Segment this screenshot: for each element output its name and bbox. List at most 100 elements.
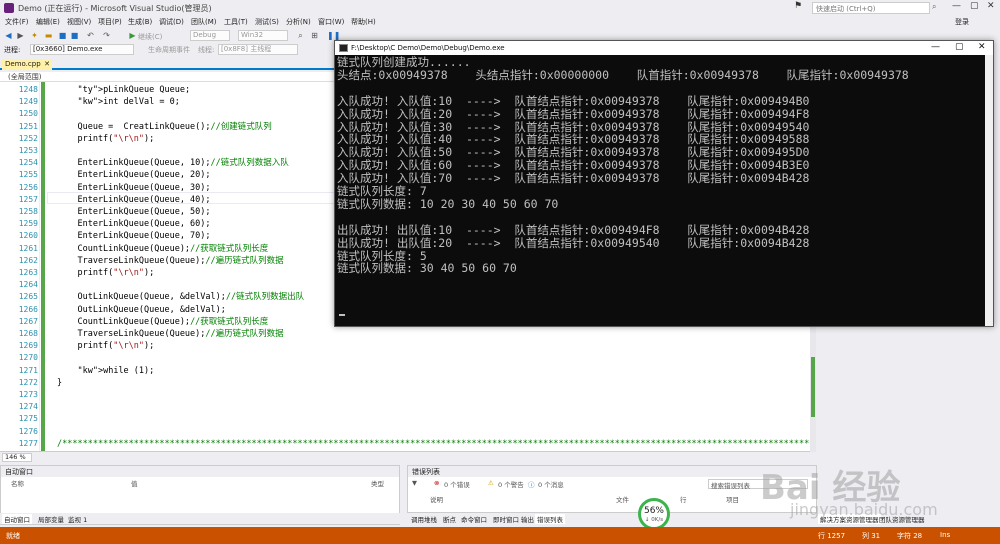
code-line[interactable]: EnterLinkQueue(Queue, 10);//链式队列数据入队 xyxy=(57,157,288,169)
autos-col-value[interactable]: 值 xyxy=(131,478,138,488)
baidu-jingyan-watermark: Bai 经验 jingyan.baidu.com xyxy=(760,460,980,530)
code-line[interactable]: EnterLinkQueue(Queue, 50); xyxy=(57,206,210,218)
menu-build[interactable]: 生成(B) xyxy=(128,17,152,27)
close-button[interactable]: ✕ xyxy=(987,1,995,11)
code-line[interactable]: CountLinkQueue(Queue);//获取链式队列长度 xyxy=(57,243,268,255)
errors-filter-button[interactable]: 0 个错误 xyxy=(444,479,470,489)
pause-icon[interactable]: ❚❚ xyxy=(327,31,340,40)
autos-col-name[interactable]: 名称 xyxy=(11,478,24,488)
tab-locals[interactable]: 局部变量 xyxy=(36,514,66,524)
menu-debug[interactable]: 调试(D) xyxy=(159,17,184,27)
save-all-icon[interactable]: ■ xyxy=(70,31,79,40)
thread-dropdown[interactable]: [0x8F8] 主线程 xyxy=(218,44,298,55)
network-speed-widget[interactable]: 56% ↓ 0K/s xyxy=(638,498,670,530)
code-line[interactable]: TraverseLinkQueue(Queue);//遍历链式队列数据 xyxy=(57,255,283,267)
find-icon[interactable]: ⌕ xyxy=(296,31,305,40)
back-icon[interactable]: ◀ xyxy=(4,31,13,40)
code-line[interactable]: EnterLinkQueue(Queue, 30); xyxy=(57,182,210,194)
code-line[interactable]: } xyxy=(57,377,62,389)
code-line[interactable]: printf("\r\n"); xyxy=(57,267,154,279)
tab-error-list[interactable]: 错误列表 xyxy=(535,514,565,524)
lifecycle-events-button[interactable]: 生命周期事件 xyxy=(148,45,190,55)
status-char: 字符 28 xyxy=(897,532,923,540)
code-line[interactable]: "ty">pLinkQueue Queue; xyxy=(57,84,190,96)
process-dropdown[interactable]: [0x3660] Demo.exe xyxy=(30,44,134,55)
save-icon[interactable]: ■ xyxy=(58,31,67,40)
visual-studio-logo-icon xyxy=(4,3,14,13)
code-line[interactable]: printf("\r\n"); xyxy=(57,133,154,145)
console-close-button[interactable]: ✕ xyxy=(978,42,986,52)
console-window[interactable]: F:\Desktop\C Demo\Demo\Debug\Demo.exe — … xyxy=(334,40,994,327)
redo-icon[interactable]: ↷ xyxy=(102,31,111,40)
code-line[interactable]: OutLinkQueue(Queue, &delVal); xyxy=(57,304,225,316)
warnings-filter-button[interactable]: 0 个警告 xyxy=(498,479,524,489)
search-icon[interactable]: ⌕ xyxy=(932,2,942,13)
line-number: 1263 xyxy=(18,268,38,277)
close-tab-icon[interactable]: ✕ xyxy=(44,60,50,68)
menu-tools[interactable]: 工具(T) xyxy=(224,17,248,27)
code-line[interactable]: "kw">int delVal = 0; xyxy=(57,96,179,108)
code-line[interactable]: OutLinkQueue(Queue, &delVal);//链式队列数据出队 xyxy=(57,291,304,303)
open-folder-icon[interactable]: ▬ xyxy=(44,31,53,40)
error-col-file[interactable]: 文件 xyxy=(616,494,629,504)
tab-command-window[interactable]: 命令窗口 xyxy=(459,514,489,524)
code-line[interactable]: EnterLinkQueue(Queue, 20); xyxy=(57,169,210,181)
platform-dropdown[interactable]: Win32 xyxy=(238,30,288,41)
menu-edit[interactable]: 编辑(E) xyxy=(36,17,60,27)
code-line[interactable]: TraverseLinkQueue(Queue);//遍历链式队列数据 xyxy=(57,328,283,340)
tab-autos[interactable]: 自动窗口 xyxy=(2,514,32,524)
filter-icon[interactable]: ▼ xyxy=(412,479,417,489)
menu-team[interactable]: 团队(M) xyxy=(191,17,217,27)
menu-test[interactable]: 测试(S) xyxy=(255,17,279,27)
line-number: 1256 xyxy=(18,182,38,192)
menu-file[interactable]: 文件(F) xyxy=(5,17,29,27)
maximize-button[interactable]: ▢ xyxy=(970,1,979,11)
code-line[interactable]: EnterLinkQueue(Queue, 70); xyxy=(57,230,210,242)
login-link[interactable]: 登录 xyxy=(955,17,969,27)
code-line[interactable]: Queue = CreatLinkQueue();//创建链式队列 xyxy=(57,121,271,133)
tab-immediate-window[interactable]: 即时窗口 xyxy=(491,514,521,524)
code-line[interactable]: EnterLinkQueue(Queue, 40); xyxy=(57,194,210,206)
code-line[interactable]: CountLinkQueue(Queue);//获取链式队列长度 xyxy=(57,316,268,328)
autos-col-type[interactable]: 类型 xyxy=(371,478,384,488)
code-line[interactable]: /***************************************… xyxy=(57,438,810,450)
status-line: 行 1257 xyxy=(818,532,846,540)
console-minimize-button[interactable]: — xyxy=(931,42,940,52)
error-col-project[interactable]: 项目 xyxy=(726,494,739,504)
code-line[interactable]: "kw">while (1); xyxy=(57,365,154,377)
scrollbar-thumb[interactable] xyxy=(811,357,815,417)
tab-demo-cpp[interactable]: Demo.cpp ✕ xyxy=(2,59,52,70)
tab-output[interactable]: 输出 xyxy=(519,514,536,524)
menu-window[interactable]: 窗口(W) xyxy=(318,17,344,27)
menu-project[interactable]: 项目(P) xyxy=(98,17,122,27)
forward-icon[interactable]: ▶ xyxy=(16,31,25,40)
outlining-margin[interactable] xyxy=(47,82,57,451)
tab-breakpoints[interactable]: 断点 xyxy=(441,514,458,524)
zoom-dropdown[interactable]: 146 % xyxy=(2,453,32,462)
window-title: Demo (正在运行) - Microsoft Visual Studio(管理… xyxy=(18,4,212,13)
console-title-bar[interactable]: F:\Desktop\C Demo\Demo\Debug\Demo.exe — … xyxy=(335,41,993,55)
menu-view[interactable]: 视图(V) xyxy=(67,17,91,27)
continue-icon[interactable]: ▶ xyxy=(128,31,137,40)
menu-analyze[interactable]: 分析(N) xyxy=(286,17,311,27)
error-col-description[interactable]: 说明 xyxy=(430,494,443,504)
tab-watch-1[interactable]: 监视 1 xyxy=(66,514,89,524)
tab-call-stack[interactable]: 调用堆栈 xyxy=(409,514,439,524)
new-project-icon[interactable]: ✦ xyxy=(30,31,39,40)
toolbar-pin-icon[interactable]: ⊞ xyxy=(310,31,319,40)
line-number: 1267 xyxy=(18,316,38,326)
messages-filter-button[interactable]: 0 个消息 xyxy=(538,479,564,489)
menu-help[interactable]: 帮助(H) xyxy=(351,17,376,27)
console-scrollbar[interactable] xyxy=(985,55,993,326)
code-line[interactable]: printf("\r\n"); xyxy=(57,340,154,352)
quick-launch-input[interactable]: 快速启动 (Ctrl+Q) xyxy=(812,2,930,14)
line-number: 1251 xyxy=(18,121,38,131)
continue-button[interactable]: 继续(C) xyxy=(138,32,162,42)
config-dropdown[interactable]: Debug xyxy=(190,30,230,41)
minimize-button[interactable]: — xyxy=(952,1,961,11)
undo-icon[interactable]: ↶ xyxy=(86,31,95,40)
error-col-line[interactable]: 行 xyxy=(680,494,687,504)
console-maximize-button[interactable]: ▢ xyxy=(955,42,964,52)
notification-flag-icon[interactable]: ⚑ xyxy=(794,1,802,11)
code-line[interactable]: EnterLinkQueue(Queue, 60); xyxy=(57,218,210,230)
